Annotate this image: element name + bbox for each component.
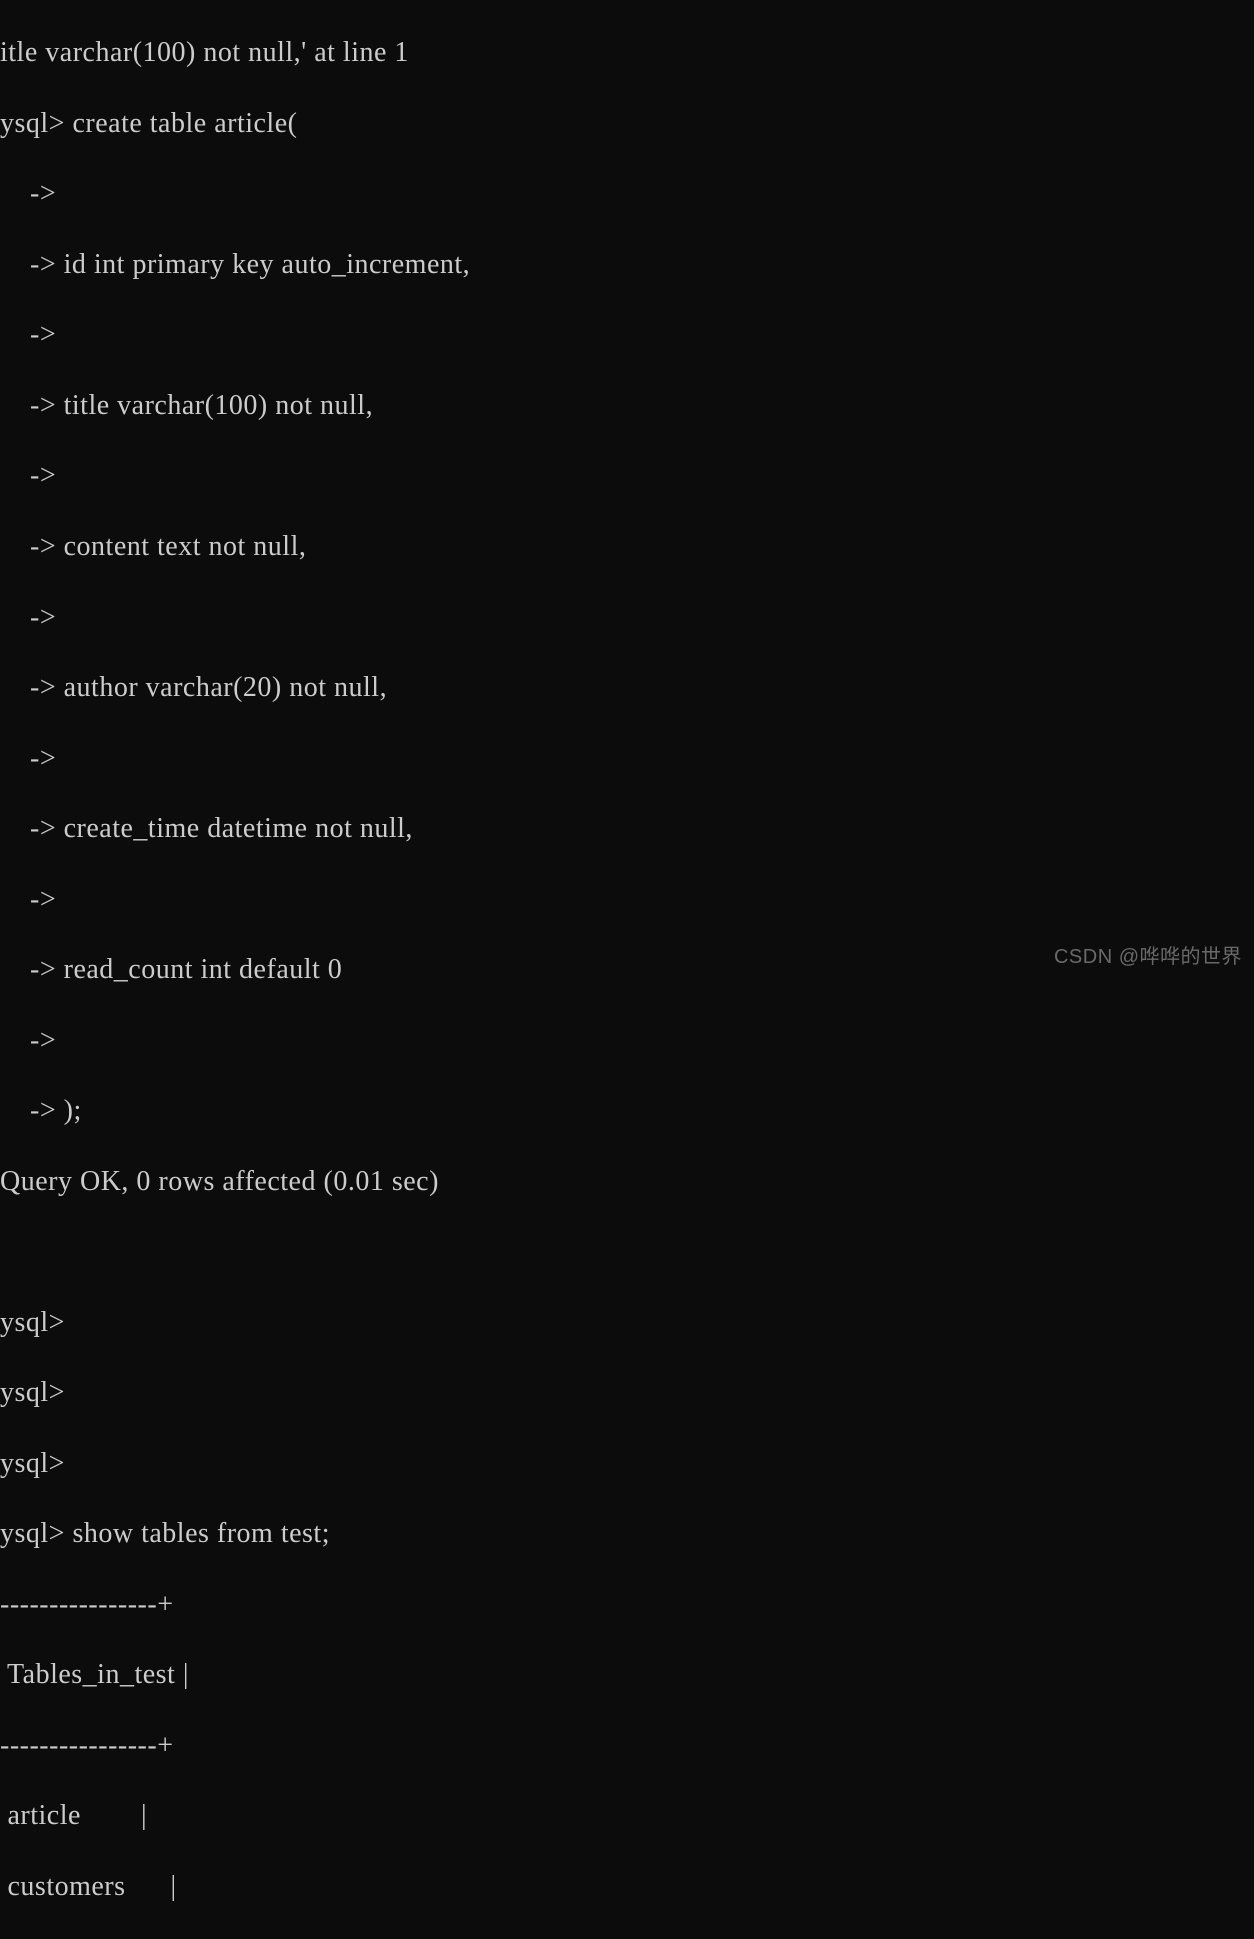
terminal-line: ysql> — [0, 1446, 1254, 1481]
terminal-line: Tables_in_test | — [0, 1657, 1254, 1692]
terminal-line: -> — [0, 458, 1254, 493]
terminal-line: article | — [0, 1798, 1254, 1833]
terminal-line: -> create_time datetime not null, — [0, 811, 1254, 846]
terminal-line: Query OK, 0 rows affected (0.01 sec) — [0, 1164, 1254, 1199]
terminal-line: -> author varchar(20) not null, — [0, 670, 1254, 705]
terminal-line: -> title varchar(100) not null, — [0, 388, 1254, 423]
terminal-line: ysql> show tables from test; — [0, 1516, 1254, 1551]
terminal-line: -> — [0, 176, 1254, 211]
terminal-line: -> — [0, 600, 1254, 635]
terminal-line: -> — [0, 882, 1254, 917]
terminal-line: customers | — [0, 1869, 1254, 1904]
terminal-line: ysql> create table article( — [0, 106, 1254, 141]
terminal-line: itle varchar(100) not null,' at line 1 — [0, 35, 1254, 70]
terminal-line: -> id int primary key auto_increment, — [0, 247, 1254, 282]
watermark-text: CSDN @哗哗的世界 — [1054, 945, 1242, 970]
terminal-line: ysql> — [0, 1305, 1254, 1340]
terminal-line: -> — [0, 741, 1254, 776]
terminal-line — [0, 1234, 1254, 1269]
terminal-line: -> ); — [0, 1093, 1254, 1128]
terminal-line: -> — [0, 1023, 1254, 1058]
terminal-line: ----------------+ — [0, 1587, 1254, 1622]
terminal-line: ----------------+ — [0, 1728, 1254, 1763]
terminal-line: -> content text not null, — [0, 529, 1254, 564]
terminal-line: ysql> — [0, 1375, 1254, 1410]
terminal-line: -> — [0, 317, 1254, 352]
